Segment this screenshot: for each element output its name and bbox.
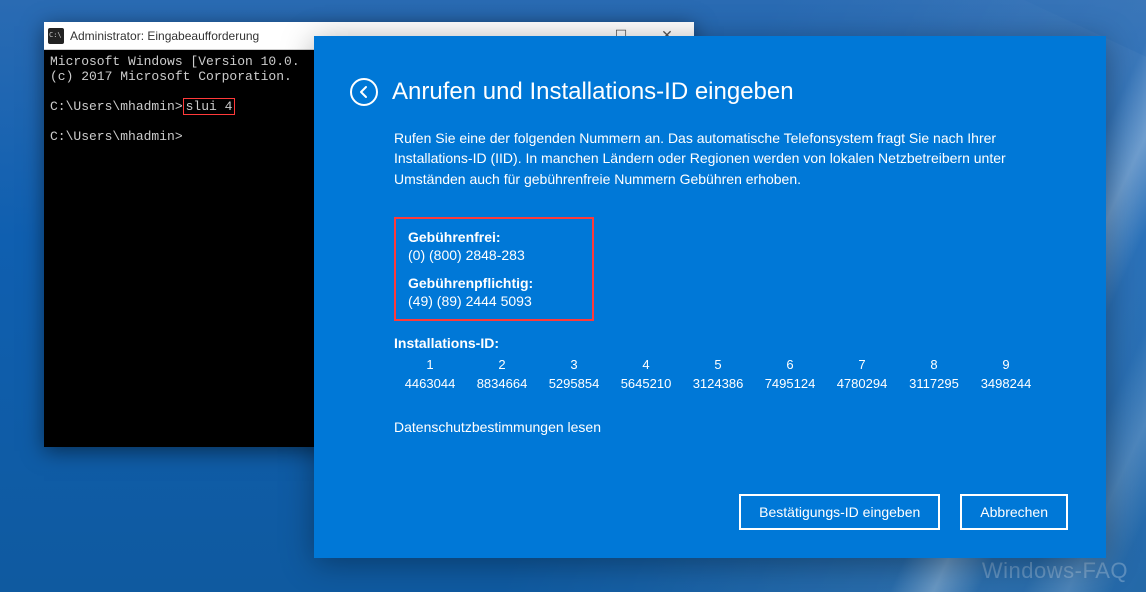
iid-value: 4780294 — [826, 374, 898, 393]
installation-id-label: Installations-ID: — [394, 335, 1066, 351]
iid-value: 5295854 — [538, 374, 610, 393]
iid-value: 3117295 — [898, 374, 970, 393]
iid-header: 5 — [682, 355, 754, 374]
iid-value: 3124386 — [682, 374, 754, 393]
cmd-line: (c) 2017 Microsoft Corporation. — [50, 69, 292, 84]
arrow-left-icon — [357, 85, 371, 99]
iid-header: 3 — [538, 355, 610, 374]
iid-header: 2 — [466, 355, 538, 374]
iid-header: 1 — [394, 355, 466, 374]
dialog-description: Rufen Sie eine der folgenden Nummern an.… — [394, 128, 1066, 189]
iid-value: 8834664 — [466, 374, 538, 393]
iid-value: 7495124 — [754, 374, 826, 393]
cancel-button[interactable]: Abbrechen — [960, 494, 1068, 530]
dialog-header: Anrufen und Installations-ID eingeben — [350, 78, 1066, 106]
toll-number: (49) (89) 2444 5093 — [408, 293, 580, 309]
iid-value: 4463044 — [394, 374, 466, 393]
cmd-line: Microsoft Windows [Version 10.0. — [50, 54, 300, 69]
dialog-title: Anrufen und Installations-ID eingeben — [392, 78, 794, 106]
dialog-buttons: Bestätigungs-ID eingeben Abbrechen — [739, 494, 1068, 530]
toll-label: Gebührenpflichtig: — [408, 275, 580, 291]
activation-dialog: Anrufen und Installations-ID eingeben Ru… — [314, 36, 1106, 558]
cmd-title-text: Administrator: Eingabeaufforderung — [70, 29, 259, 43]
watermark-text: Windows-FAQ — [982, 558, 1128, 584]
phone-numbers-box: Gebührenfrei: (0) (800) 2848-283 Gebühre… — [394, 217, 594, 321]
iid-header: 9 — [970, 355, 1042, 374]
dialog-body: Rufen Sie eine der folgenden Nummern an.… — [350, 128, 1066, 435]
iid-value: 3498244 — [970, 374, 1042, 393]
confirm-id-button[interactable]: Bestätigungs-ID eingeben — [739, 494, 940, 530]
cmd-prompt: C:\Users\mhadmin> — [50, 129, 183, 144]
iid-header: 4 — [610, 355, 682, 374]
cmd-entered-command: slui 4 — [183, 98, 236, 115]
tollfree-number: (0) (800) 2848-283 — [408, 247, 580, 263]
privacy-link[interactable]: Datenschutzbestimmungen lesen — [394, 419, 1066, 435]
cmd-icon — [48, 28, 64, 44]
cmd-prompt: C:\Users\mhadmin> — [50, 99, 183, 114]
tollfree-label: Gebührenfrei: — [408, 229, 580, 245]
iid-header: 6 — [754, 355, 826, 374]
back-button[interactable] — [350, 78, 378, 106]
installation-id-grid: 1 2 3 4 5 6 7 8 9 4463044 8834664 529585… — [394, 355, 1066, 393]
iid-header: 7 — [826, 355, 898, 374]
iid-header: 8 — [898, 355, 970, 374]
iid-value: 5645210 — [610, 374, 682, 393]
